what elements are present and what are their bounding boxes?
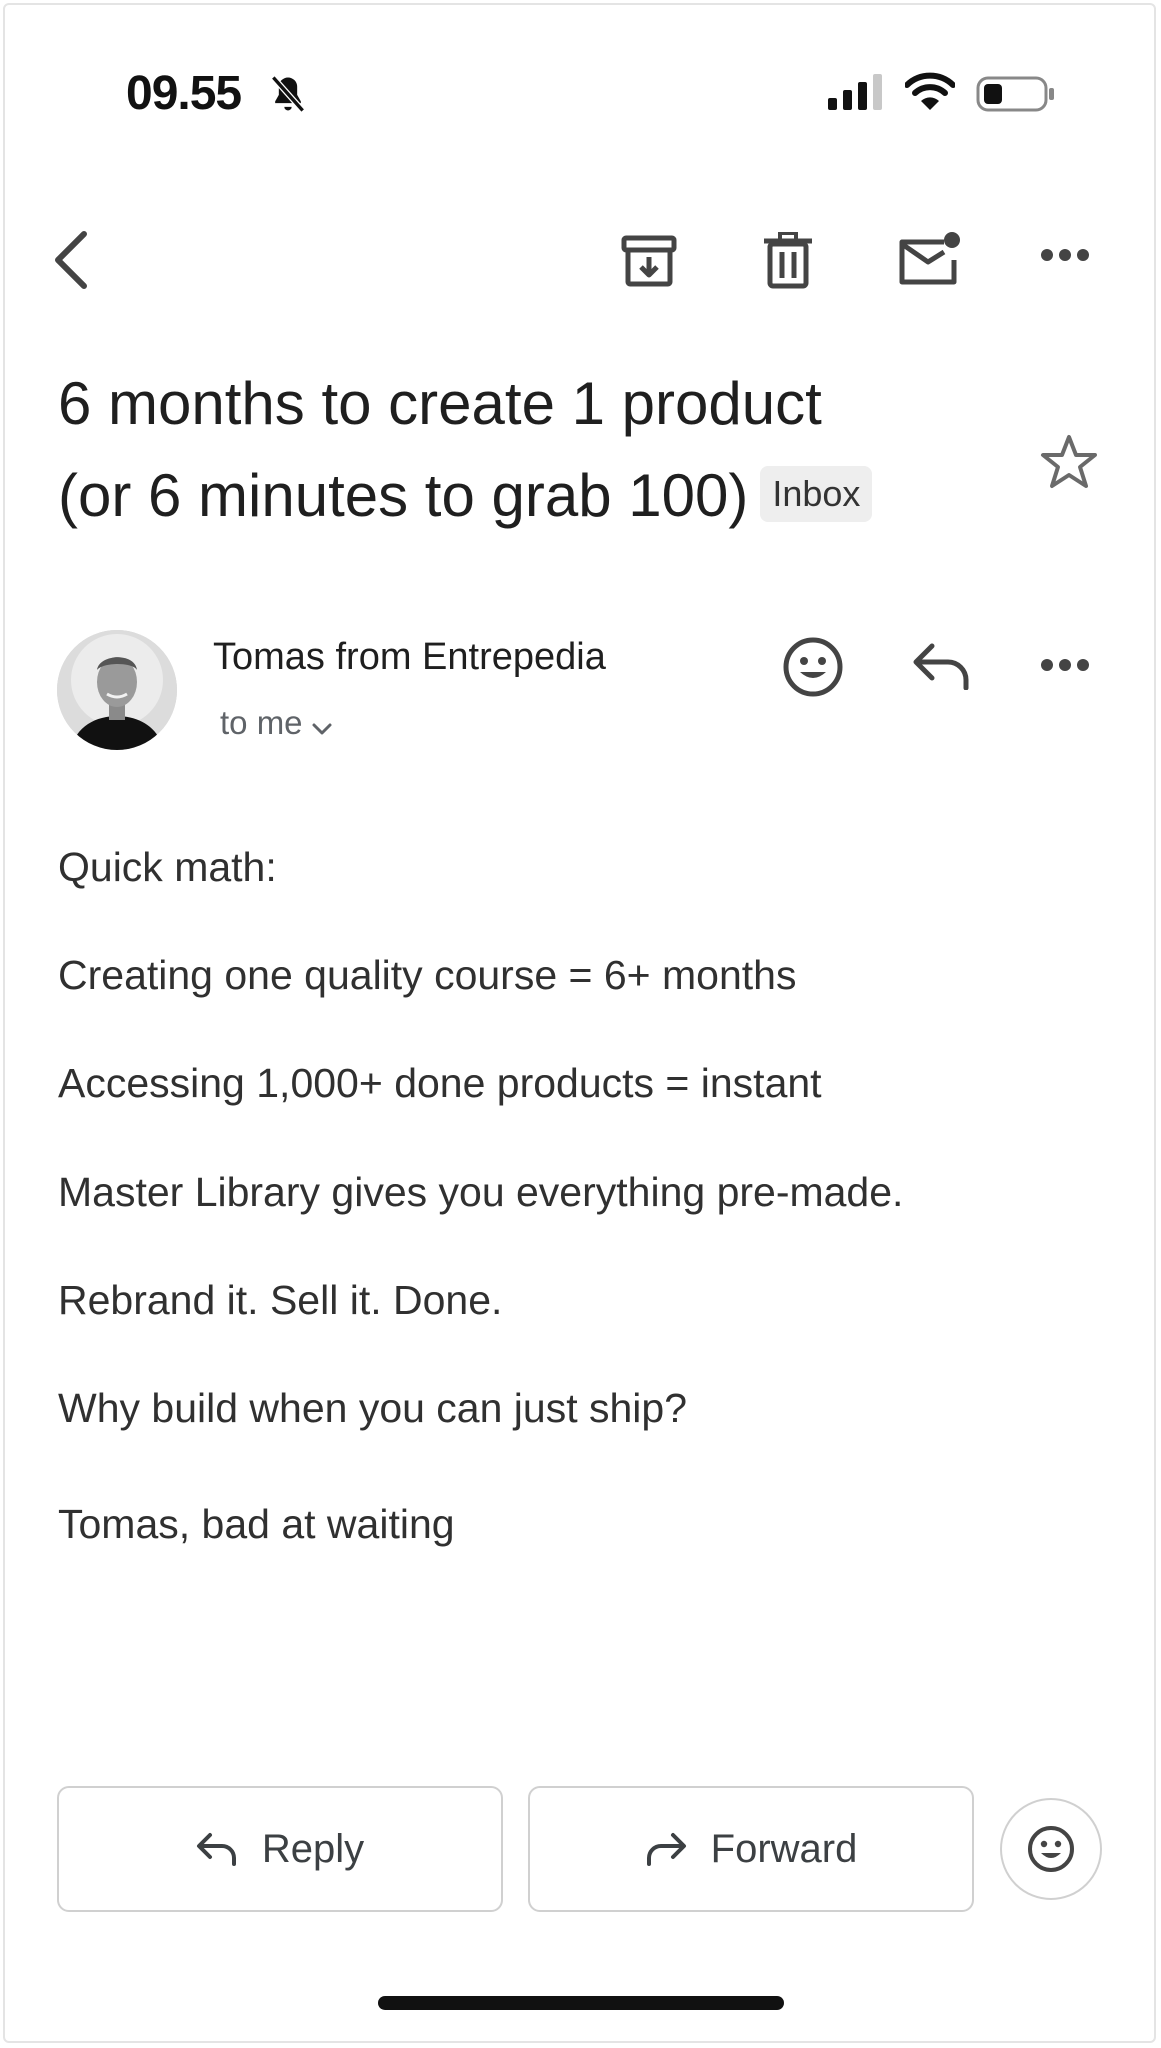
body-paragraph: Why build when you can just ship? (58, 1385, 688, 1431)
smiley-icon (1028, 1826, 1074, 1872)
home-indicator[interactable] (378, 1996, 784, 2010)
recipient-toggle[interactable]: to me (220, 704, 333, 742)
more-icon[interactable] (1040, 248, 1090, 262)
body-paragraph: Tomas, bad at waiting (58, 1501, 455, 1547)
device-frame (3, 3, 1156, 2043)
bell-muted-icon (271, 75, 305, 113)
signal-icon (828, 74, 882, 110)
chevron-down-icon (312, 723, 332, 735)
forward-icon (646, 1833, 686, 1866)
body-paragraph: Accessing 1,000+ done products = instant (58, 1060, 822, 1106)
reply-button[interactable]: Reply (57, 1786, 503, 1912)
sender-avatar[interactable] (57, 630, 177, 750)
emoji-reaction-button[interactable] (1000, 1798, 1102, 1900)
body-paragraph: Creating one quality course = 6+ months (58, 952, 797, 998)
body-paragraph: Quick math: (58, 844, 277, 890)
add-reaction-icon[interactable] (782, 636, 844, 698)
recipient-label: to me (220, 704, 303, 741)
archive-icon[interactable] (620, 232, 678, 290)
reply-button-label: Reply (261, 1826, 365, 1871)
body-paragraph: Master Library gives you everything pre-… (58, 1169, 904, 1215)
email-subject: 6 months to create 1 product (or 6 minut… (58, 358, 978, 542)
reply-icon[interactable] (912, 642, 972, 690)
back-icon[interactable] (50, 228, 94, 292)
wifi-icon (905, 72, 955, 110)
forward-button-label: Forward (710, 1826, 858, 1871)
body-paragraph: Rebrand it. Sell it. Done. (58, 1277, 503, 1323)
sender-name[interactable]: Tomas from Entrepedia (213, 636, 606, 679)
mark-unread-icon[interactable] (898, 232, 962, 288)
battery-icon (976, 76, 1054, 112)
star-icon[interactable] (1040, 434, 1098, 490)
inbox-label-chip[interactable]: Inbox (760, 466, 873, 522)
trash-icon[interactable] (762, 232, 814, 290)
forward-button[interactable]: Forward (528, 1786, 974, 1912)
person-photo-icon (57, 630, 177, 750)
subject-line-1: 6 months to create 1 product (58, 370, 822, 437)
status-time: 09.55 (126, 67, 242, 120)
subject-line-2: (or 6 minutes to grab 100) (58, 462, 749, 529)
more-icon[interactable] (1040, 658, 1090, 672)
reply-icon (196, 1833, 236, 1866)
